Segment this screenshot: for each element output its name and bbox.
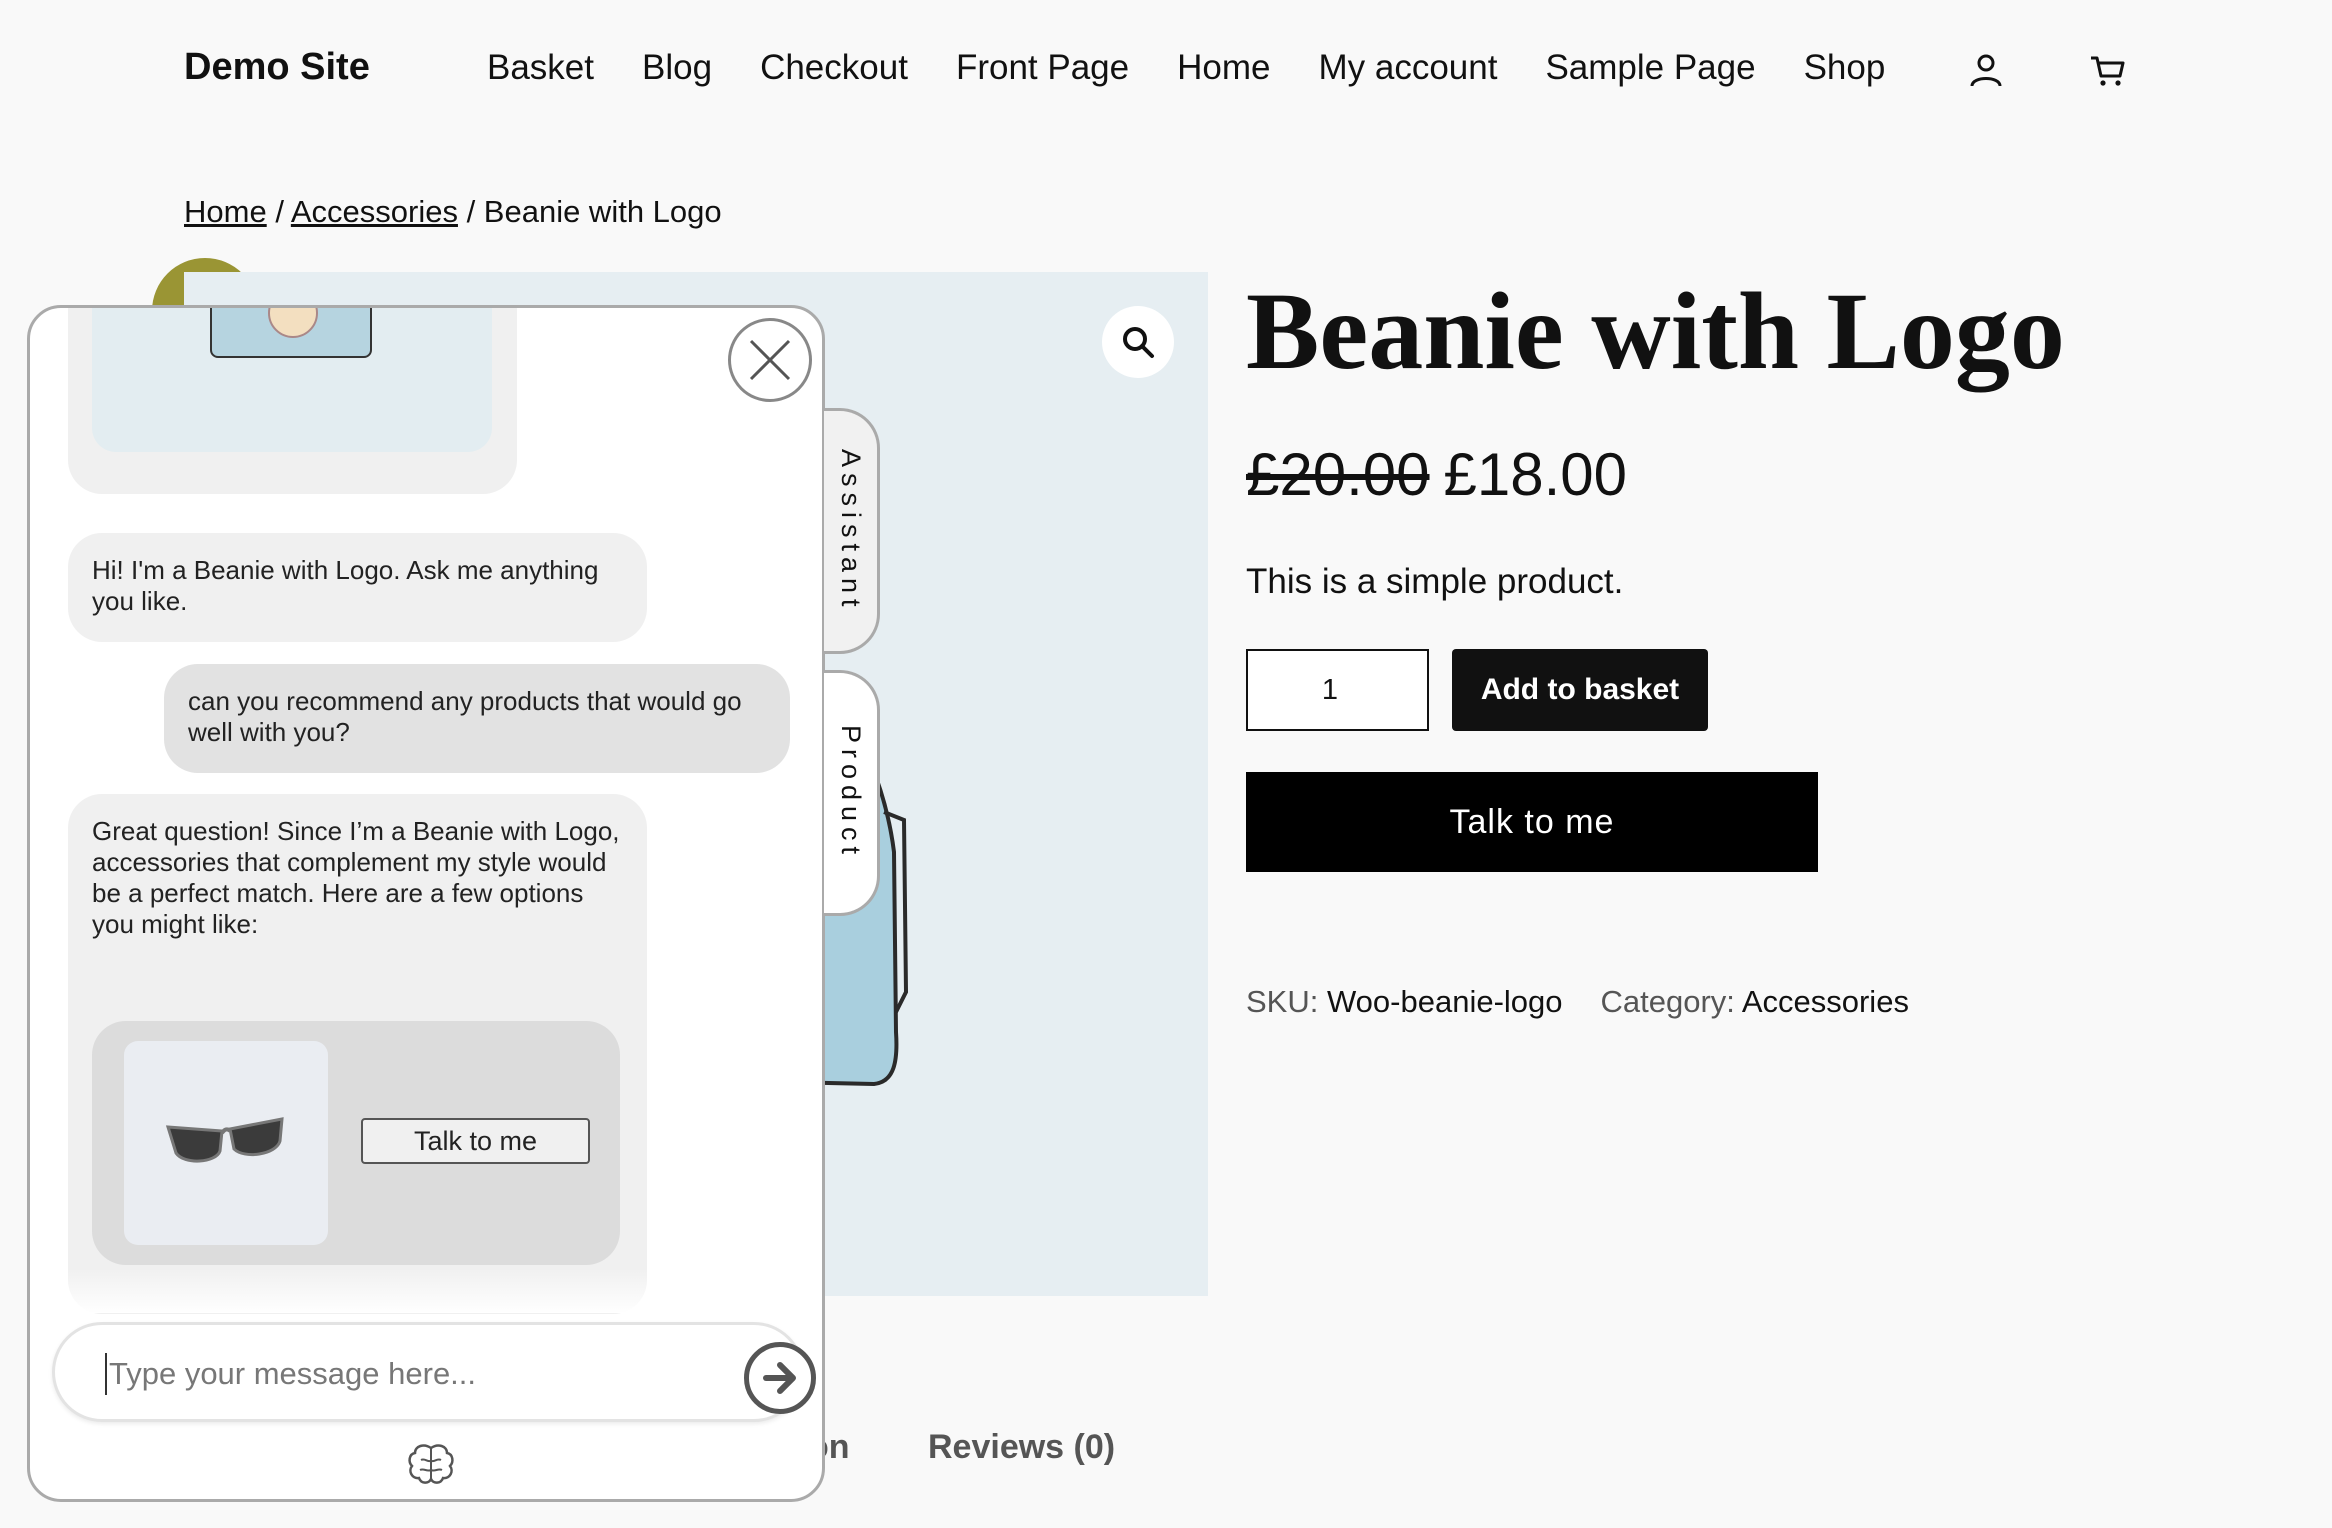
category-link[interactable]: Accessories: [1742, 984, 1909, 1019]
tab-product-label: Product: [836, 725, 866, 861]
chat-widget: Hi! I'm a Beanie with Logo. Ask me anyth…: [27, 305, 825, 1502]
breadcrumb: Home / Accessories / Beanie with Logo: [184, 194, 722, 230]
user-icon[interactable]: [1966, 50, 2006, 90]
tab-assistant-label: Assistant: [836, 449, 866, 613]
bot-message-text: Great question! Since I’m a Beanie with …: [92, 816, 620, 939]
breadcrumb-current: Beanie with Logo: [483, 194, 722, 229]
breadcrumb-category[interactable]: Accessories: [291, 194, 458, 229]
breadcrumb-home[interactable]: Home: [184, 194, 267, 229]
site-title[interactable]: Demo Site: [184, 46, 370, 89]
product-price: £20.00 £18.00: [1246, 440, 1627, 509]
chat-input-box: [52, 1322, 816, 1422]
brain-icon[interactable]: [406, 1442, 456, 1486]
product-meta: SKU: Woo-beanie-logo Category: Accessorie…: [1246, 984, 1909, 1020]
breadcrumb-sep: /: [266, 194, 291, 229]
nav-front-page[interactable]: Front Page: [956, 48, 1129, 88]
category-label: Category:: [1600, 984, 1735, 1019]
product-title: Beanie with Logo: [1246, 270, 2065, 392]
sku-label: SKU:: [1246, 984, 1319, 1019]
bot-message: Hi! I'm a Beanie with Logo. Ask me anyth…: [68, 533, 647, 642]
nav-home[interactable]: Home: [1177, 48, 1270, 88]
sunglasses-icon: [165, 1117, 284, 1163]
close-icon: [749, 339, 791, 381]
arrow-right-icon: [763, 1362, 796, 1394]
search-icon: [1123, 327, 1154, 358]
suggestion-talk-button[interactable]: Talk to me: [361, 1118, 590, 1164]
beanie-thumbnail: [210, 308, 372, 358]
nav-basket[interactable]: Basket: [487, 48, 594, 88]
nav-blog[interactable]: Blog: [642, 48, 712, 88]
talk-to-me-button[interactable]: Talk to me: [1246, 772, 1818, 872]
quantity-input[interactable]: [1246, 649, 1429, 731]
tab-product[interactable]: Product: [824, 670, 880, 916]
chat-message-input[interactable]: [105, 1353, 665, 1395]
chat-close-button[interactable]: [728, 318, 812, 402]
sku-value: Woo-beanie-logo: [1326, 984, 1563, 1019]
face-icon: [268, 308, 318, 338]
nav-sample-page[interactable]: Sample Page: [1545, 48, 1755, 88]
sunglasses-thumbnail: [124, 1041, 328, 1245]
cart-icon[interactable]: [2088, 50, 2128, 90]
breadcrumb-sep: /: [457, 194, 484, 229]
current-price: £18.00: [1443, 441, 1628, 508]
main-nav: Basket Blog Checkout Front Page Home My …: [487, 48, 1885, 88]
add-to-basket-button[interactable]: Add to basket: [1452, 649, 1708, 731]
suggested-product-card: Talk to me: [92, 1021, 620, 1265]
send-button[interactable]: [744, 1342, 816, 1414]
nav-my-account[interactable]: My account: [1318, 48, 1497, 88]
user-message: can you recommend any products that woul…: [164, 664, 790, 773]
product-image-bubble: [68, 308, 517, 494]
nav-checkout[interactable]: Checkout: [760, 48, 908, 88]
zoom-button[interactable]: [1102, 306, 1174, 378]
short-description: This is a simple product.: [1246, 562, 1624, 601]
chat-messages[interactable]: Hi! I'm a Beanie with Logo. Ask me anyth…: [30, 308, 822, 1314]
tab-assistant[interactable]: Assistant: [824, 408, 880, 654]
nav-shop[interactable]: Shop: [1804, 48, 1886, 88]
tab-reviews[interactable]: Reviews (0): [928, 1428, 1115, 1467]
old-price: £20.00: [1246, 441, 1430, 508]
